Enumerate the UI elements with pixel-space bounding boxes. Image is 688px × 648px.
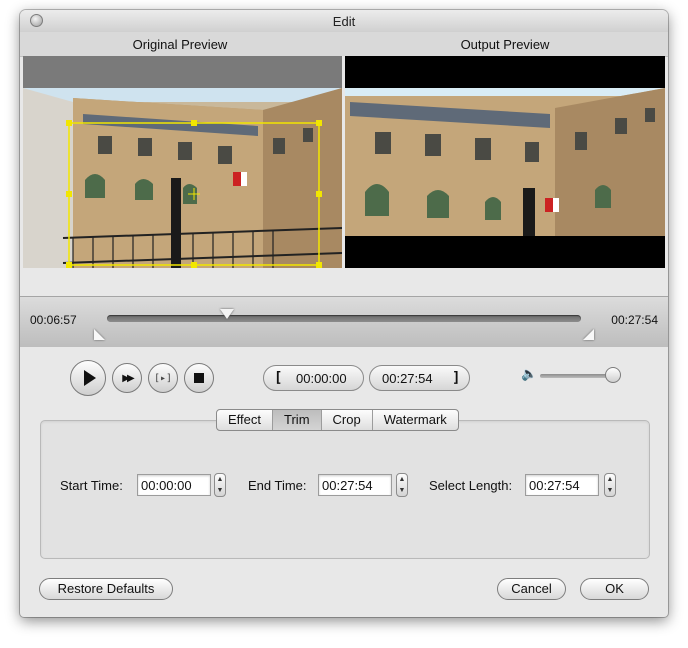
select-length-value: 00:27:54 [529, 478, 580, 493]
tab-trim[interactable]: Trim [272, 410, 321, 430]
end-bracket-icon: ] [452, 370, 461, 386]
trim-start-handle[interactable] [94, 329, 105, 340]
end-time-field[interactable]: 00:27:54 [318, 474, 392, 496]
current-time: 00:06:57 [30, 313, 77, 327]
end-mark-time: 00:27:54 [382, 371, 433, 386]
start-time-field[interactable]: 00:00:00 [137, 474, 211, 496]
start-bracket-icon: [ [274, 370, 283, 386]
volume-knob[interactable] [605, 367, 621, 383]
play-button[interactable] [70, 360, 106, 396]
volume-icon: 🔈 [521, 366, 538, 381]
original-preview-pane [23, 56, 342, 268]
frame-step-icon: [▸] [153, 372, 173, 384]
end-time-value: 00:27:54 [322, 478, 373, 493]
end-time-label: End Time: [248, 478, 307, 493]
set-end-mark-button[interactable]: 00:27:54 ] [369, 365, 470, 391]
output-preview-image [345, 56, 665, 268]
timeline-bar: 00:06:57 00:27:54 [20, 296, 668, 348]
timeline-track[interactable] [107, 315, 581, 322]
start-mark-time: 00:00:00 [296, 371, 347, 386]
set-start-mark-button[interactable]: [ 00:00:00 [263, 365, 364, 391]
playback-controls: ▶▶ [▸] [ 00:00:00 00:27:54 ] 🔈 [20, 347, 668, 405]
start-time-label: Start Time: [60, 478, 123, 493]
preview-header: Original Preview Output Preview [20, 32, 668, 57]
output-preview-label: Output Preview [460, 37, 550, 52]
start-time-stepper[interactable]: ▲ ▼ [214, 473, 226, 497]
end-time-stepper[interactable]: ▲ ▼ [396, 473, 408, 497]
play-icon [83, 370, 96, 386]
select-length-label: Select Length: [429, 478, 513, 493]
stop-icon [194, 373, 204, 383]
title-bar[interactable]: Edit [20, 10, 668, 33]
tab-bar: Effect Trim Crop Watermark [216, 409, 459, 431]
tab-watermark[interactable]: Watermark [371, 410, 458, 430]
select-length-field[interactable]: 00:27:54 [525, 474, 599, 496]
fast-forward-button[interactable]: ▶▶ [112, 363, 142, 393]
window-title: Edit [332, 14, 356, 29]
ok-button[interactable]: OK [580, 578, 649, 600]
tab-effect[interactable]: Effect [217, 410, 272, 430]
playhead-handle[interactable] [220, 309, 234, 319]
stop-button[interactable] [184, 363, 214, 393]
select-length-stepper[interactable]: ▲ ▼ [604, 473, 616, 497]
fast-forward-icon: ▶▶ [122, 372, 135, 384]
output-preview-pane [345, 56, 665, 268]
original-preview-label: Original Preview [132, 37, 228, 52]
edit-window: Edit Original Preview Output Preview 00:… [20, 10, 668, 617]
cancel-button[interactable]: Cancel [497, 578, 566, 600]
tab-crop[interactable]: Crop [320, 410, 372, 430]
start-time-value: 00:00:00 [141, 478, 192, 493]
trim-end-handle[interactable] [583, 329, 594, 340]
step-frame-button[interactable]: [▸] [148, 363, 178, 393]
end-time: 00:27:54 [611, 313, 658, 327]
restore-defaults-button[interactable]: Restore Defaults [39, 578, 173, 600]
original-preview-image [23, 56, 342, 268]
